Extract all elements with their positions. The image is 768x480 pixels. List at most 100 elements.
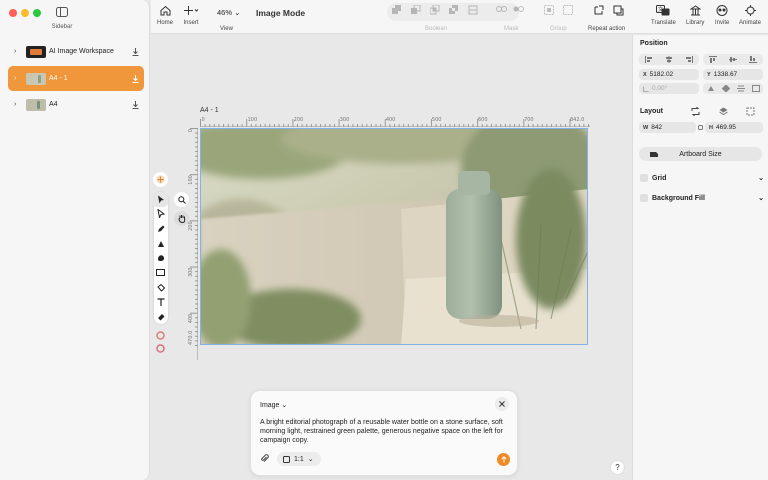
align-bottom-icon[interactable] <box>749 56 757 63</box>
layer-thumbnail <box>26 72 46 85</box>
rectangle-icon <box>156 269 165 276</box>
w-key: W <box>643 124 649 131</box>
flip-up-icon[interactable] <box>707 85 715 92</box>
chevron-right-icon[interactable]: › <box>14 75 20 82</box>
chevron-down-icon[interactable]: ⌄ <box>758 194 764 202</box>
help-button[interactable]: ? <box>610 460 625 475</box>
align-center-icon[interactable] <box>665 56 673 63</box>
prompt-input[interactable]: A bright editorial photograph of a reusa… <box>260 418 510 445</box>
resize-icon[interactable] <box>746 107 755 116</box>
zoom-window-button[interactable] <box>33 9 41 17</box>
background-fill-section[interactable]: Background Fill ⌄ <box>640 192 764 204</box>
send-button[interactable] <box>497 453 510 466</box>
layer-thumbnail <box>26 45 46 58</box>
grid-section[interactable]: Grid ⌄ <box>640 172 764 184</box>
animate-label: Animate <box>739 20 762 26</box>
direct-select-tool[interactable] <box>153 206 168 221</box>
insert-button[interactable]: Insert <box>183 5 199 26</box>
pen-tool[interactable] <box>153 221 168 236</box>
link-icon[interactable] <box>698 125 703 130</box>
download-icon[interactable] <box>132 74 139 83</box>
chevron-right-icon[interactable]: › <box>14 48 20 55</box>
sidebar-toggle-icon[interactable] <box>56 7 68 17</box>
hand-tool[interactable] <box>174 211 189 226</box>
view-button[interactable]: View <box>220 26 233 32</box>
download-icon[interactable] <box>132 47 139 56</box>
aspect-ratio-label: 1:1 <box>294 455 304 463</box>
flip-horizontal-icon[interactable] <box>721 85 730 92</box>
inspector-panel: Position X 5182.02 Y 1338.67 0.00° Layout … <box>632 35 768 480</box>
chevron-right-icon[interactable]: › <box>14 101 20 108</box>
flip-vertical-icon[interactable] <box>736 85 745 92</box>
chevron-down-icon: ⌄ <box>234 8 241 17</box>
artboard-title[interactable]: A4 - 1 <box>200 107 219 114</box>
w-value: 842 <box>651 124 663 131</box>
layers-icon[interactable] <box>719 107 728 116</box>
y-field[interactable]: Y 1338.67 <box>703 69 763 80</box>
aspect-ratio-dropdown[interactable]: 1:1 ⌄ <box>277 452 321 466</box>
rotation-value: 0.00° <box>652 85 668 92</box>
translate-button[interactable]: 文 Translate <box>651 5 676 26</box>
shape-tool[interactable] <box>153 250 168 265</box>
translate-icon: 文 <box>656 5 670 16</box>
height-field[interactable]: H 469.95 <box>705 122 763 133</box>
subtract-icon <box>411 5 421 14</box>
close-prompt-button[interactable] <box>495 397 509 411</box>
position-title: Position <box>640 40 668 47</box>
x-field[interactable]: X 5182.02 <box>639 69 699 80</box>
repeat-icon <box>594 5 604 15</box>
align-horizontal-group[interactable] <box>639 54 699 65</box>
artboard-image[interactable] <box>200 128 588 345</box>
fill-tool[interactable] <box>153 280 168 295</box>
group-ops[interactable] <box>544 5 573 15</box>
vector-tool[interactable] <box>153 236 168 251</box>
zoom-tool[interactable] <box>174 192 189 207</box>
chevron-down-icon[interactable]: ⌄ <box>758 174 764 182</box>
rectangle-tool[interactable] <box>153 265 168 280</box>
rotation-field[interactable]: 0.00° <box>639 83 699 94</box>
prompt-mode-dropdown[interactable]: Image ⌄ <box>260 401 287 409</box>
invite-icon <box>716 5 728 16</box>
library-button[interactable]: Library <box>686 5 704 26</box>
text-tool[interactable] <box>153 294 168 309</box>
home-button[interactable]: Home <box>157 5 173 26</box>
layer-name: A4 - 1 <box>49 75 68 82</box>
flip-group[interactable] <box>703 83 763 94</box>
repeat-ops[interactable] <box>593 5 624 16</box>
ai-assistant-button[interactable] <box>153 172 168 187</box>
translate-label: Translate <box>651 20 676 26</box>
background-fill-checkbox[interactable] <box>640 194 648 202</box>
minimize-window-button[interactable] <box>21 9 29 17</box>
boolean-ops[interactable] <box>392 5 478 15</box>
select-tool[interactable] <box>153 192 168 207</box>
more-transform-icon[interactable] <box>751 85 760 92</box>
ai-edit-tool[interactable] <box>153 341 168 356</box>
artboard-size-button[interactable]: Artboard Size <box>639 147 762 161</box>
mask-ops[interactable] <box>496 5 524 13</box>
swap-orientation-icon[interactable] <box>691 107 700 116</box>
align-top-icon[interactable] <box>709 56 717 63</box>
layer-a4[interactable]: › A4 <box>8 92 144 117</box>
download-icon[interactable] <box>132 100 139 109</box>
plus-chevron-icon <box>184 6 199 15</box>
close-window-button[interactable] <box>9 9 17 17</box>
width-field[interactable]: W 842 <box>639 122 696 133</box>
ruler-label: 600 <box>478 117 488 123</box>
invite-button[interactable]: Invite <box>715 5 729 26</box>
eraser-tool[interactable] <box>153 309 168 324</box>
square-icon <box>283 455 290 463</box>
animate-button[interactable]: Animate <box>739 5 761 26</box>
align-right-icon[interactable] <box>685 56 693 63</box>
attach-button[interactable] <box>260 454 269 463</box>
align-left-icon[interactable] <box>645 56 653 63</box>
layer-a4-1[interactable]: › A4 - 1 <box>8 66 144 91</box>
align-vertical-group[interactable] <box>703 54 763 65</box>
zoom-level[interactable]: 46% ⌄ <box>217 8 240 17</box>
ruler-label: 400 <box>188 314 194 324</box>
layer-ai-image-workspace[interactable]: › AI Image Workspace <box>8 39 144 64</box>
artboard-size-label: Artboard Size <box>679 150 722 158</box>
insert-label: Insert <box>183 20 199 26</box>
grid-checkbox[interactable] <box>640 174 648 182</box>
ruler-label: 200 <box>294 117 304 123</box>
align-middle-icon[interactable] <box>729 56 737 63</box>
